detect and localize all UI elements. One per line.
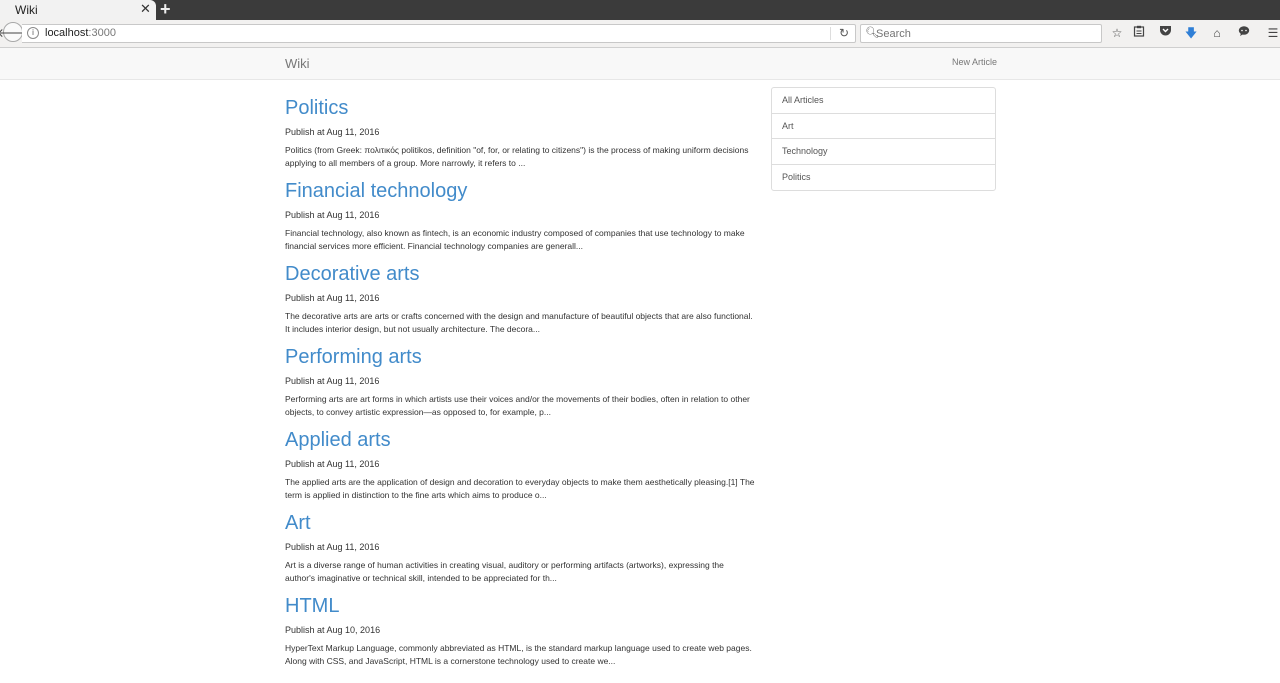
article-title-link[interactable]: Decorative arts: [285, 262, 755, 286]
chat-icon[interactable]: [1236, 25, 1252, 41]
url-port: :3000: [88, 27, 116, 39]
article-item: Art Publish at Aug 11, 2016 Art is a diver…: [285, 511, 755, 594]
url-divider: [830, 27, 831, 40]
menu-icon[interactable]: ☰: [1265, 25, 1280, 41]
new-article-link[interactable]: New Article: [952, 57, 997, 67]
article-title-link[interactable]: Applied arts: [285, 428, 755, 452]
article-date: Publish at Aug 11, 2016: [285, 459, 380, 469]
browser-tab-strip: Wiki ✕ +: [0, 0, 1280, 20]
article-title-link[interactable]: Financial technology: [285, 179, 755, 203]
category-sidebar: All Articles Art Technology Politics: [771, 87, 996, 191]
article-excerpt: Financial technology, also known as fint…: [285, 228, 745, 251]
article-date: Publish at Aug 11, 2016: [285, 376, 380, 386]
article-excerpt: Performing arts are art forms in which a…: [285, 394, 750, 417]
article-date: Publish at Aug 11, 2016: [285, 127, 380, 137]
sidebar-item-technology[interactable]: Technology: [772, 139, 995, 165]
article-excerpt: HyperText Markup Language, commonly abbr…: [285, 643, 752, 666]
url-text: localhost:3000: [45, 27, 116, 39]
bookmark-star-icon[interactable]: ☆: [1109, 25, 1125, 41]
url-host: localhost: [45, 27, 89, 39]
close-tab-icon[interactable]: ✕: [140, 1, 151, 17]
sidebar-item-all-articles[interactable]: All Articles: [772, 88, 995, 114]
article-title-link[interactable]: HTML: [285, 594, 755, 618]
article-item: Politics Publish at Aug 11, 2016 Politics …: [285, 96, 755, 179]
reload-icon[interactable]: ↻: [839, 26, 849, 40]
article-excerpt: Art is a diverse range of human activiti…: [285, 560, 724, 583]
article-date: Publish at Aug 10, 2016: [285, 625, 381, 635]
article-title-link[interactable]: Performing arts: [285, 345, 755, 369]
site-navbar: Wiki New Article: [0, 48, 1280, 80]
reading-list-icon[interactable]: [1131, 25, 1147, 41]
search-input[interactable]: [876, 26, 1096, 41]
article-title-link[interactable]: Art: [285, 511, 755, 535]
article-item: Financial technology Publish at Aug 11, 2…: [285, 179, 755, 262]
new-tab-icon[interactable]: +: [160, 0, 171, 20]
article-list: Politics Publish at Aug 11, 2016 Politics …: [285, 96, 755, 677]
search-bar[interactable]: 🔍︎: [860, 24, 1102, 43]
download-icon[interactable]: 🡇: [1183, 25, 1199, 41]
tab-title: Wiki: [15, 3, 38, 17]
home-icon[interactable]: ⌂: [1209, 25, 1225, 41]
article-title-link[interactable]: Politics: [285, 96, 755, 120]
article-date: Publish at Aug 11, 2016: [285, 293, 380, 303]
sidebar-item-art[interactable]: Art: [772, 114, 995, 139]
article-date: Publish at Aug 11, 2016: [285, 542, 380, 552]
article-excerpt: The decorative arts are arts or crafts c…: [285, 311, 753, 334]
browser-toolbar: 🡐 i localhost:3000 ↻ 🔍︎ ☆ 🡇 ⌂ ☰: [0, 20, 1280, 48]
info-icon[interactable]: i: [27, 27, 39, 39]
pocket-icon[interactable]: [1157, 25, 1173, 41]
article-item: HTML Publish at Aug 10, 2016 HyperText Mar…: [285, 594, 755, 677]
browser-tab[interactable]: Wiki ✕: [0, 0, 156, 20]
article-item: Decorative arts Publish at Aug 11, 2016 Th…: [285, 262, 755, 345]
article-item: Applied arts Publish at Aug 11, 2016 The a…: [285, 428, 755, 511]
article-excerpt: Politics (from Greek: πολιτικός politiko…: [285, 145, 749, 168]
sidebar-item-politics[interactable]: Politics: [772, 165, 995, 191]
article-item: Performing arts Publish at Aug 11, 2016 Pe…: [285, 345, 755, 428]
article-date: Publish at Aug 11, 2016: [285, 210, 380, 220]
article-excerpt: The applied arts are the application of …: [285, 477, 755, 500]
back-button[interactable]: 🡐: [0, 22, 29, 42]
site-brand[interactable]: Wiki: [285, 56, 310, 71]
url-bar[interactable]: i localhost:3000 ↻: [22, 24, 856, 43]
